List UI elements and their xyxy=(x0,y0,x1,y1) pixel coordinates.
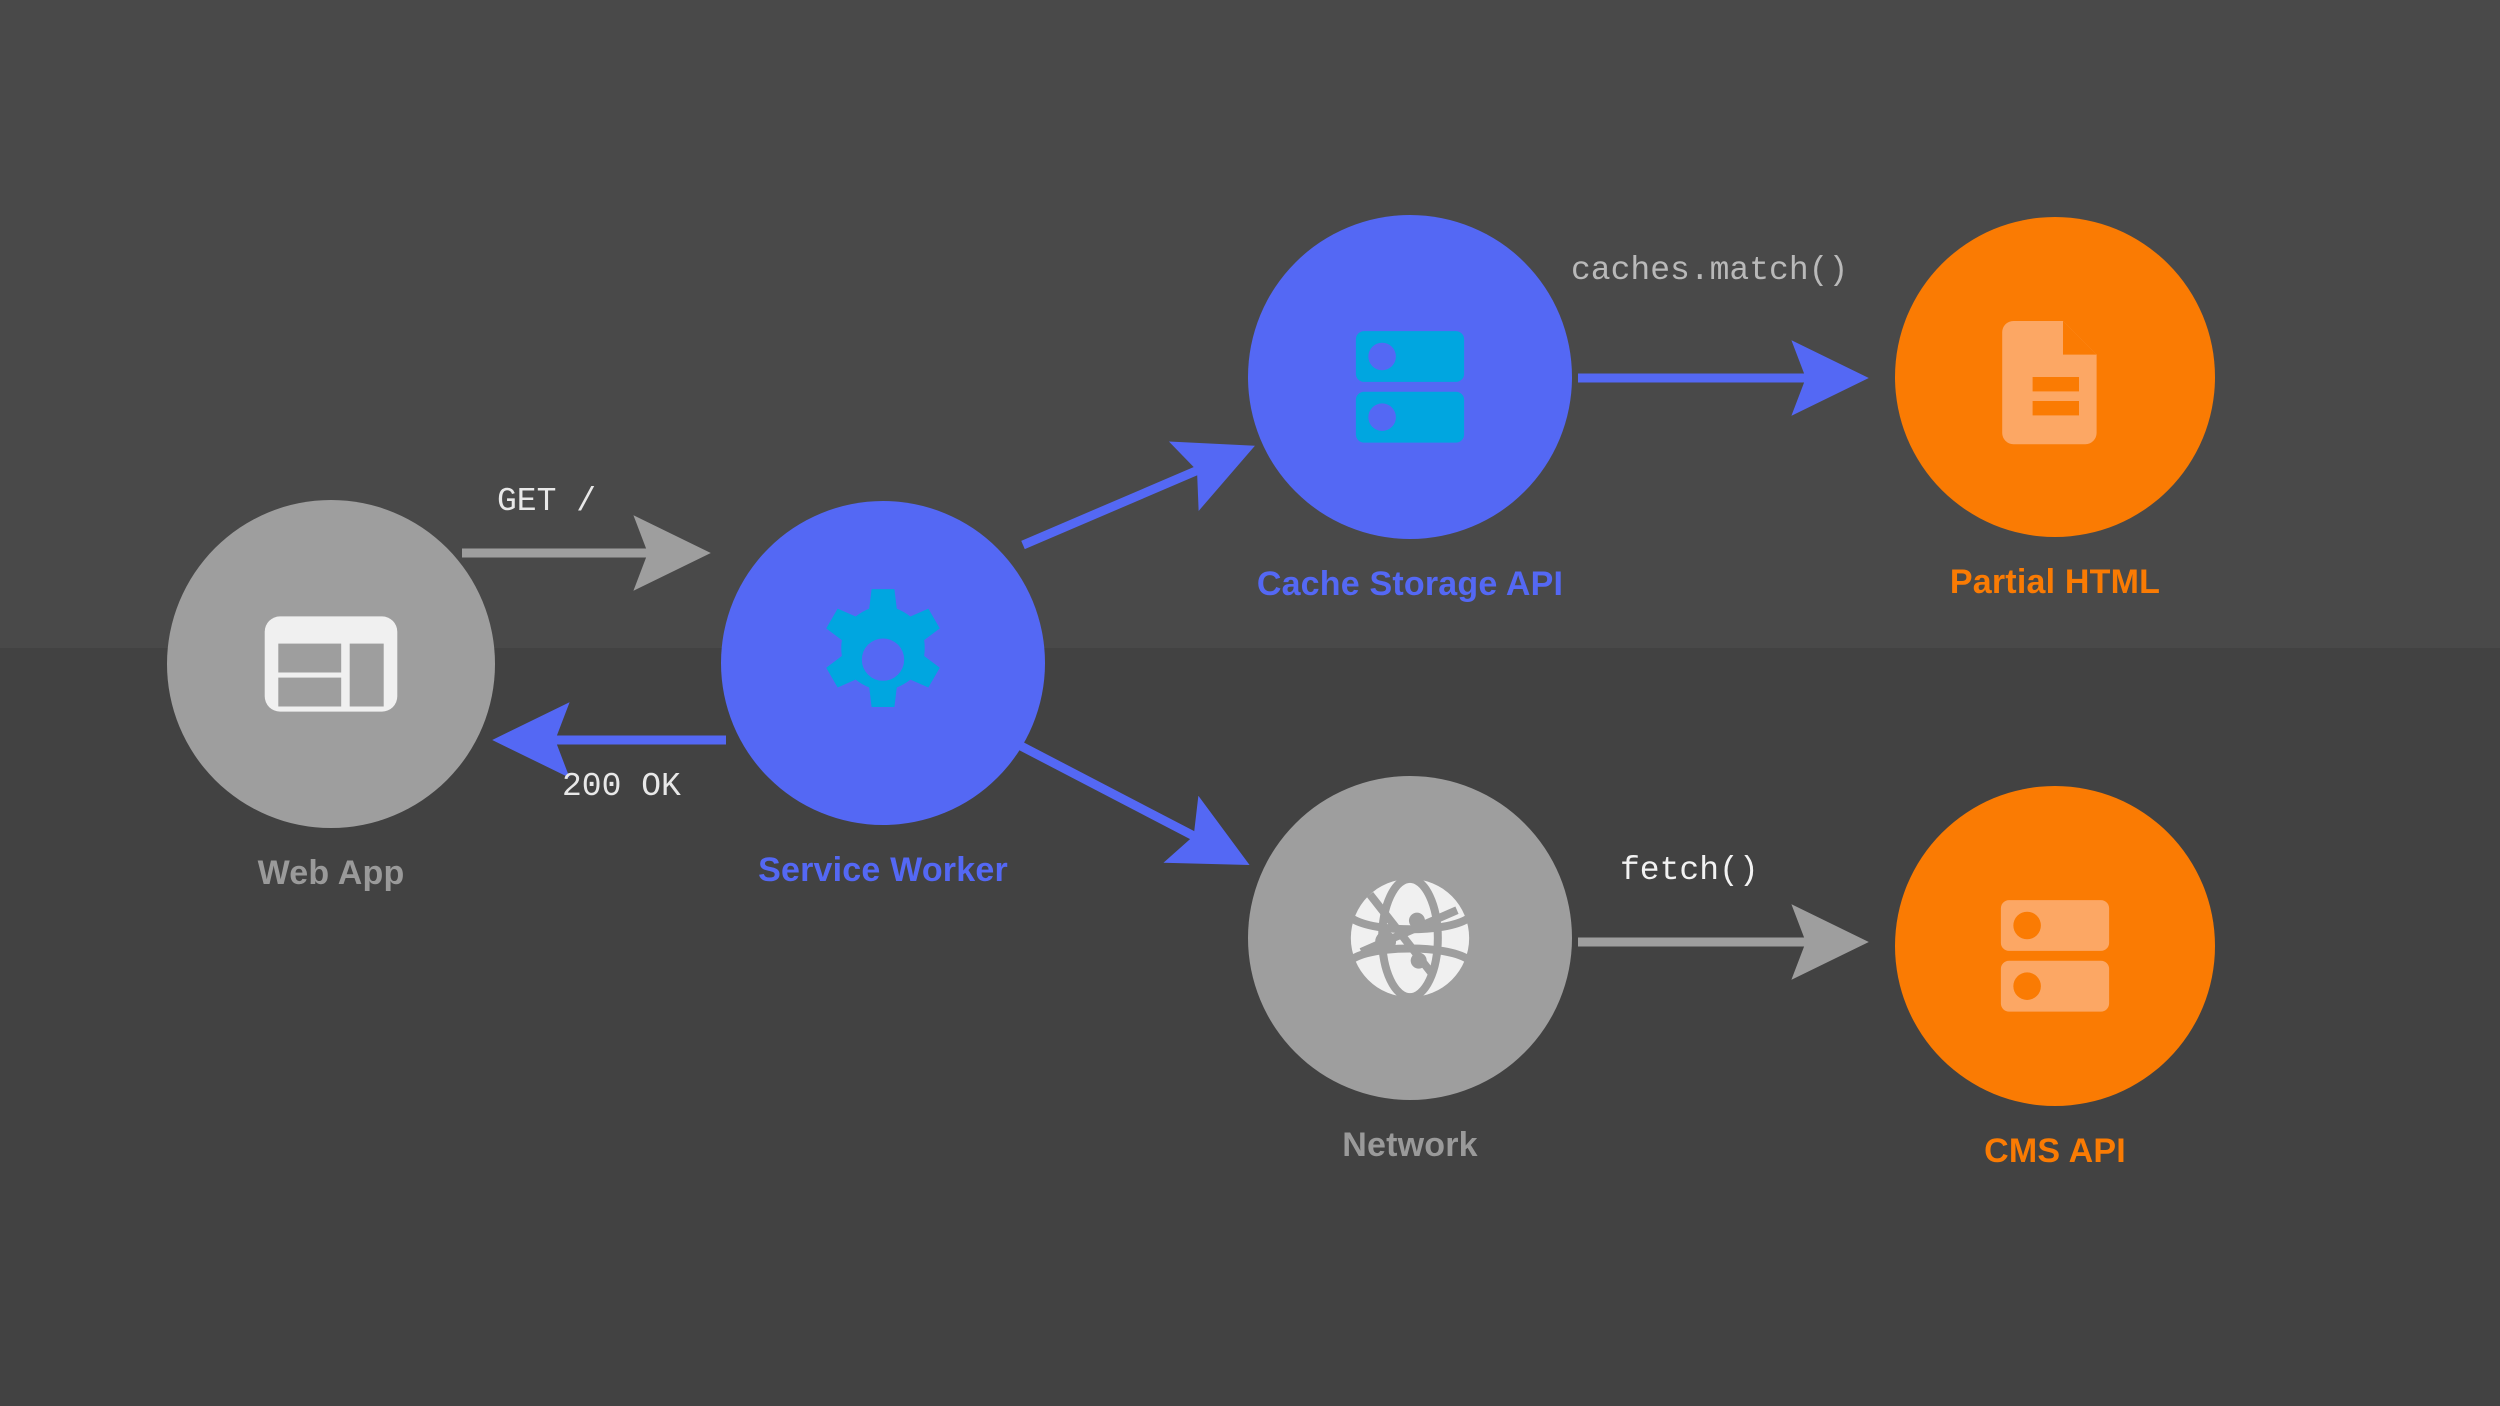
node-web-app[interactable]: Web App xyxy=(167,500,495,893)
node-label-web-app: Web App xyxy=(257,854,405,892)
database-icon xyxy=(1355,331,1465,443)
globe-icon xyxy=(1350,874,1470,1002)
node-label-network: Network xyxy=(1342,1126,1478,1164)
cms-api-bubble[interactable] xyxy=(1895,786,2215,1106)
node-cms-api[interactable]: CMS API xyxy=(1895,786,2215,1171)
edge-label-200-ok: 200 OK xyxy=(562,768,681,805)
web-app-bubble[interactable] xyxy=(167,500,495,828)
node-label-service-worker: Service Worker xyxy=(758,851,1008,889)
partial-html-bubble[interactable] xyxy=(1895,217,2215,537)
edge-label-fetch: fetch() xyxy=(1620,852,1759,889)
cache-storage-api-bubble[interactable] xyxy=(1248,215,1572,539)
edge-sw-to-cache xyxy=(1021,441,1255,550)
edge-label-caches-match: caches.match() xyxy=(1571,252,1849,289)
gear-icon xyxy=(826,589,940,708)
edge-label-get-root: GET / xyxy=(497,483,597,520)
document-icon xyxy=(2002,321,2097,445)
database-icon xyxy=(2000,900,2110,1012)
diagram-canvas: GET / 200 OK caches.match() fetch() Web … xyxy=(0,0,2500,1406)
node-network[interactable]: Network xyxy=(1248,776,1572,1165)
node-cache-storage-api[interactable]: Cache Storage API xyxy=(1248,215,1572,604)
web-page-layout-icon xyxy=(264,616,398,712)
node-label-cms-api: CMS API xyxy=(1984,1132,2126,1170)
node-partial-html[interactable]: Partial HTML xyxy=(1895,217,2215,602)
network-bubble[interactable] xyxy=(1248,776,1572,1100)
node-service-worker[interactable]: Service Worker xyxy=(721,501,1045,890)
service-worker-bubble[interactable] xyxy=(721,501,1045,825)
edge-sw-to-network xyxy=(1016,741,1250,865)
node-label-cache-storage-api: Cache Storage API xyxy=(1256,565,1564,603)
node-label-partial-html: Partial HTML xyxy=(1949,563,2161,601)
